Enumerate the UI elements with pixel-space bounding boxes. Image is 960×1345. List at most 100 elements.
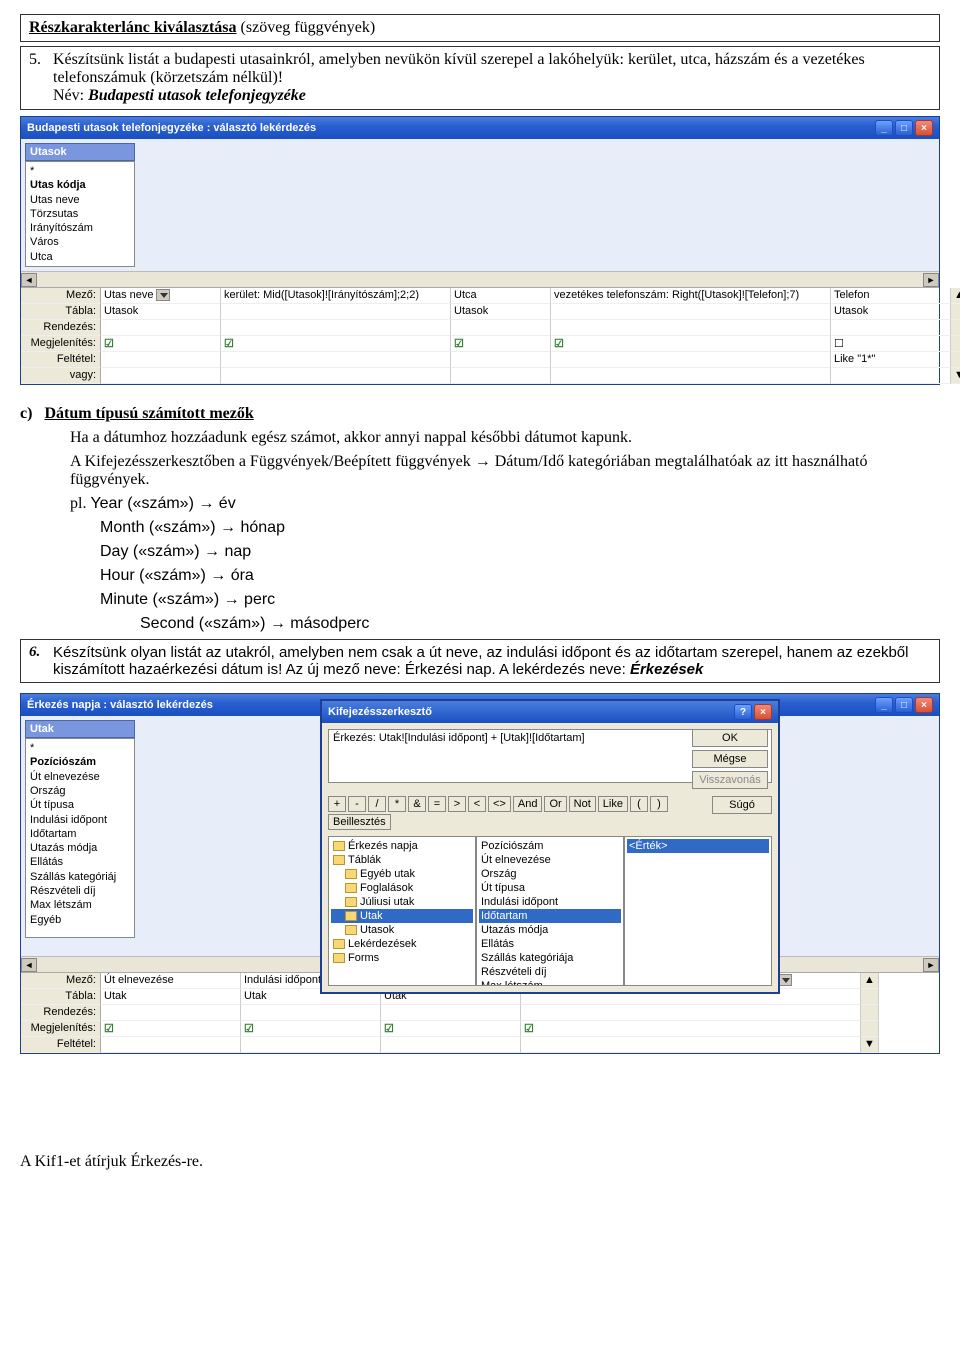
cancel-button[interactable]: Mégse (692, 750, 768, 768)
list-item[interactable]: Részvételi díj (479, 965, 621, 979)
list-item-selected[interactable]: <Érték> (627, 839, 769, 853)
show-checkbox[interactable]: ☑ (551, 336, 831, 352)
scroll-up-icon[interactable]: ▲ (951, 288, 960, 304)
grid-cell-tabla[interactable]: Utasok (451, 304, 551, 320)
grid-cell-feltetel[interactable]: Like "1*" (831, 352, 951, 368)
grid-cell-tabla[interactable]: Utasok (101, 304, 221, 320)
grid-cell-feltetel[interactable] (101, 352, 221, 368)
show-checkbox[interactable]: ☑ (521, 1021, 861, 1037)
grid-cell-mezo[interactable]: Út elnevezése (101, 973, 241, 989)
show-checkbox[interactable]: ☑ (451, 336, 551, 352)
grid-cell[interactable] (831, 368, 951, 384)
field-item[interactable]: Utas neve (30, 193, 130, 207)
grid-cell[interactable] (451, 368, 551, 384)
op-button[interactable]: ) (650, 796, 668, 812)
show-checkbox[interactable]: ☐ (831, 336, 951, 352)
scroll-right-icon[interactable]: ► (923, 958, 939, 972)
scroll-up-icon[interactable]: ▲ (861, 973, 879, 989)
op-button[interactable]: < (468, 796, 486, 812)
grid-cell-mezo[interactable]: Telefon (831, 288, 951, 304)
field-list-utasok[interactable]: * Utas kódja Utas neve Törzsutas Irányít… (25, 161, 135, 267)
grid-cell-tabla[interactable] (221, 304, 451, 320)
tree-item[interactable]: Lekérdezések (331, 937, 473, 951)
field-item[interactable]: Utas kódja (30, 178, 130, 192)
grid-cell[interactable] (521, 1037, 861, 1053)
help-button[interactable]: Súgó (712, 796, 772, 814)
list-item[interactable]: Utazás módja (479, 923, 621, 937)
grid-cell-feltetel[interactable] (221, 352, 451, 368)
list-item[interactable]: Indulási időpont (479, 895, 621, 909)
show-checkbox[interactable]: ☑ (221, 336, 451, 352)
field-item[interactable]: Törzsutas (30, 207, 130, 221)
minimize-button[interactable]: _ (875, 120, 893, 136)
grid-cell[interactable] (381, 1037, 521, 1053)
help-button[interactable]: ? (734, 704, 752, 720)
scroll-down-icon[interactable]: ▼ (951, 368, 960, 384)
field-item[interactable]: Utca (30, 250, 130, 264)
grid-cell[interactable] (101, 1037, 241, 1053)
field-item[interactable]: * (30, 164, 130, 178)
show-checkbox[interactable]: ☑ (381, 1021, 521, 1037)
maximize-button[interactable]: □ (895, 120, 913, 136)
close-button[interactable]: × (915, 120, 933, 136)
scroll-left-icon[interactable]: ◄ (21, 273, 37, 287)
list-item[interactable]: Ország (479, 867, 621, 881)
op-button[interactable]: And (513, 796, 543, 812)
op-button[interactable]: / (368, 796, 386, 812)
dropdown-icon[interactable] (156, 289, 170, 301)
close-button[interactable]: × (915, 697, 933, 713)
op-button[interactable]: * (388, 796, 406, 812)
grid-cell[interactable] (241, 1037, 381, 1053)
tree-item[interactable]: Egyéb utak (331, 867, 473, 881)
field-item[interactable]: Időtartam (30, 827, 130, 841)
grid-cell[interactable] (101, 368, 221, 384)
tree-item[interactable]: Foglalások (331, 881, 473, 895)
list-item-selected[interactable]: Időtartam (479, 909, 621, 923)
grid-cell[interactable] (521, 1005, 861, 1021)
field-item[interactable]: Ország (30, 784, 130, 798)
field-item[interactable]: Út típusa (30, 798, 130, 812)
grid-cell-tabla[interactable]: Utak (101, 989, 241, 1005)
field-item[interactable]: Út elnevezése (30, 770, 130, 784)
tree-item[interactable]: Forms (331, 951, 473, 965)
grid-cell-tabla[interactable] (551, 304, 831, 320)
list-item[interactable]: Út típusa (479, 881, 621, 895)
field-item[interactable]: Szállás kategóriáj (30, 870, 130, 884)
grid-cell-mezo[interactable]: kerület: Mid([Utasok]![Irányítószám];2;2… (221, 288, 451, 304)
scroll-down-icon[interactable]: ▼ (861, 1037, 879, 1053)
maximize-button[interactable]: □ (895, 697, 913, 713)
grid-cell[interactable] (221, 320, 451, 336)
field-item[interactable]: Utazás módja (30, 841, 130, 855)
op-button[interactable]: Or (544, 796, 566, 812)
paste-button[interactable]: Beillesztés (328, 814, 391, 830)
tree-item-selected[interactable]: Utak (331, 909, 473, 923)
field-column[interactable]: Pozíciószám Út elnevezése Ország Út típu… (476, 836, 624, 986)
grid-cell[interactable] (221, 368, 451, 384)
grid-cell[interactable] (831, 320, 951, 336)
close-button[interactable]: × (754, 704, 772, 720)
grid-cell-mezo[interactable]: Utca (451, 288, 551, 304)
grid-cell[interactable] (241, 1005, 381, 1021)
field-item[interactable]: Pozíciószám (30, 755, 130, 769)
tree-item[interactable]: Táblák (331, 853, 473, 867)
tree-item[interactable]: Utasok (331, 923, 473, 937)
field-item[interactable]: Egyéb (30, 913, 130, 927)
grid-cell[interactable] (101, 320, 221, 336)
grid-cell[interactable] (101, 1005, 241, 1021)
op-button[interactable]: = (428, 796, 446, 812)
field-item[interactable]: Irányítószám (30, 221, 130, 235)
list-item[interactable]: Ellátás (479, 937, 621, 951)
list-item[interactable]: Út elnevezése (479, 853, 621, 867)
list-item[interactable]: Max létszám (479, 979, 621, 986)
op-button[interactable]: <> (488, 796, 511, 812)
op-button[interactable]: > (448, 796, 466, 812)
grid-cell-mezo[interactable]: vezetékes telefonszám: Right([Utasok]![T… (551, 288, 831, 304)
op-button[interactable]: ( (630, 796, 648, 812)
field-list-utak[interactable]: * Pozíciószám Út elnevezése Ország Út tí… (25, 738, 135, 938)
scroll-left-icon[interactable]: ◄ (21, 958, 37, 972)
field-item[interactable]: Részvételi díj (30, 884, 130, 898)
op-button[interactable]: Not (569, 796, 596, 812)
show-checkbox[interactable]: ☑ (101, 1021, 241, 1037)
op-button[interactable]: Like (598, 796, 628, 812)
scrollbar-h[interactable]: ◄ ► (21, 271, 939, 287)
